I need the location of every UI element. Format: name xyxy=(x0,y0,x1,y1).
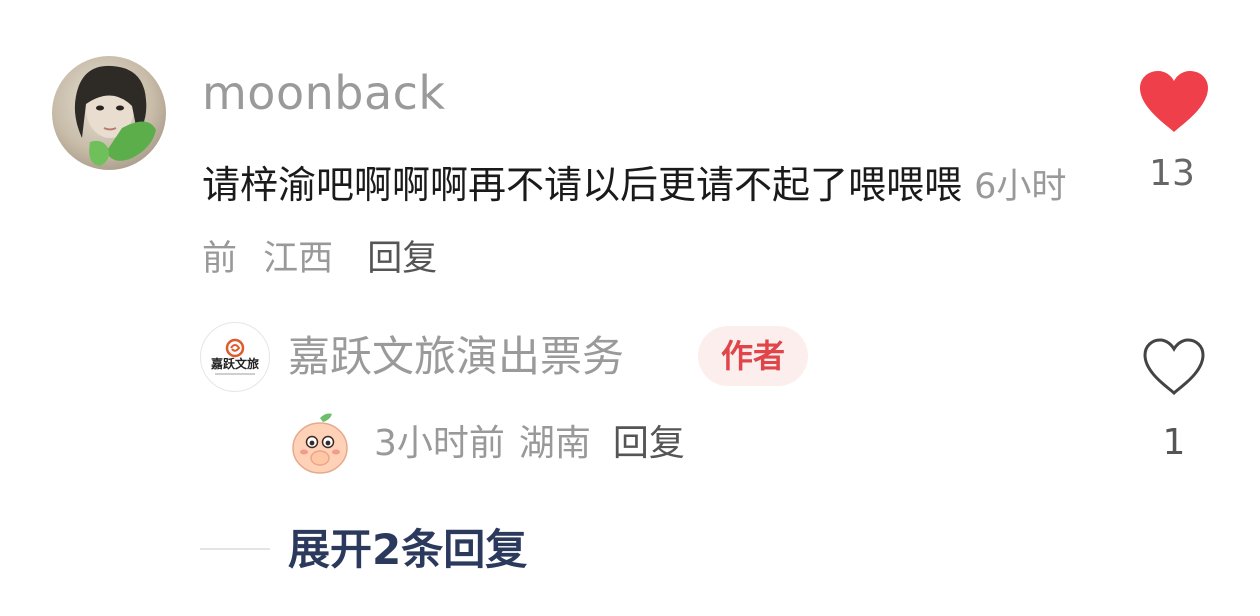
expand-replies-button[interactable]: 展开2条回复 xyxy=(288,522,527,578)
comment-like-button[interactable] xyxy=(1138,70,1210,134)
reply-time: 3小时前 xyxy=(374,423,505,464)
reply-location: 湖南 xyxy=(518,423,591,464)
reply-meta: 3小时前 湖南 回复 xyxy=(374,420,685,468)
user-avatar[interactable] xyxy=(52,56,166,170)
comment-like-count: 13 xyxy=(1149,153,1195,194)
comment-username[interactable]: moonback xyxy=(202,66,446,120)
author-badge: 作者 xyxy=(698,326,808,386)
comment-location: 江西 xyxy=(263,239,334,279)
comment-text: 请梓渝吧啊啊啊再不请以后更请不起了喂喂喂 xyxy=(202,163,963,207)
comment-reply-button[interactable]: 回复 xyxy=(367,239,437,279)
peach-cover-mouth-sticker-icon xyxy=(290,410,350,476)
comment-thread: moonback 请梓渝吧啊啊啊再不请以后更请不起了喂喂喂 6小时前 江西 回复… xyxy=(0,0,1260,616)
heart-filled-icon xyxy=(1140,71,1208,132)
reply-author-name[interactable]: 嘉跃文旅演出票务 xyxy=(288,330,624,384)
reply-like-count: 1 xyxy=(1162,422,1186,463)
comment-body: 请梓渝吧啊啊啊再不请以后更请不起了喂喂喂 6小时前 江西 回复 xyxy=(202,150,1082,294)
reply-reply-button[interactable]: 回复 xyxy=(613,423,685,464)
author-avatar[interactable]: 嘉跃文旅 xyxy=(200,322,270,392)
reply-like-button[interactable] xyxy=(1142,338,1206,396)
expand-divider xyxy=(200,548,270,550)
author-avatar-logo-text: 嘉跃文旅 xyxy=(210,356,259,371)
heart-outline-icon xyxy=(1143,338,1205,396)
